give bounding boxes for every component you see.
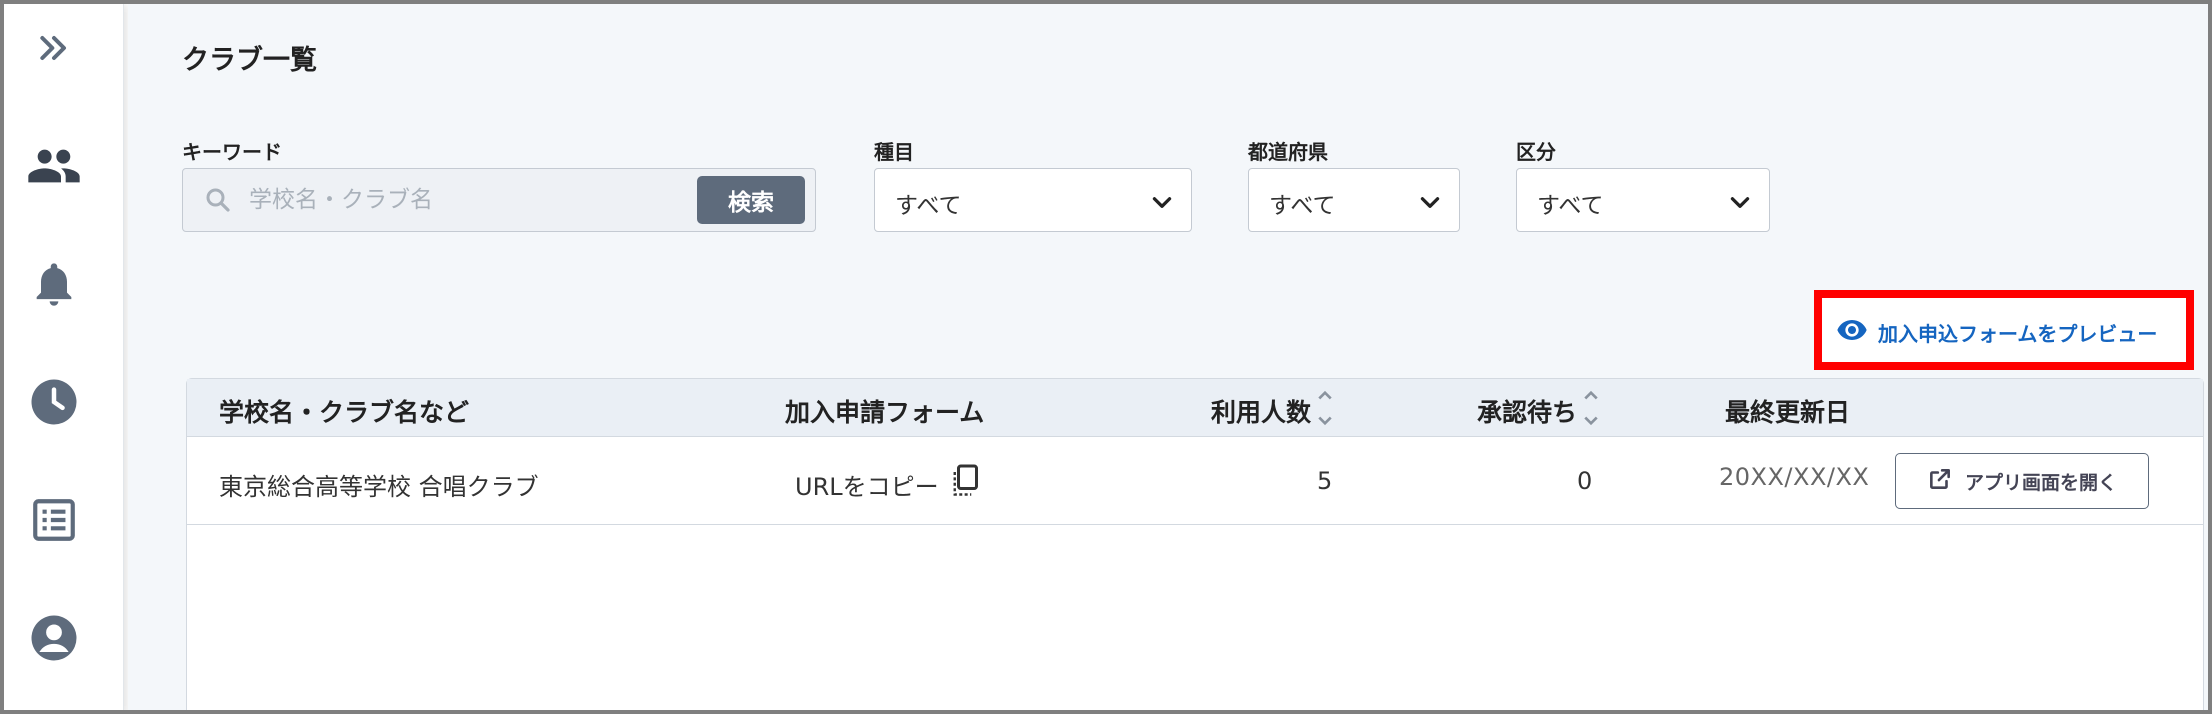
sport-label: 種目 xyxy=(874,140,914,164)
page-title: クラブ一覧 xyxy=(182,45,317,76)
header-updated: 最終更新日 xyxy=(1725,398,1851,427)
table-row: 東京総合高等学校 合唱クラブ URLをコピー 5 0 20XX/XX/XX アプ… xyxy=(187,437,2203,525)
chevron-double-right-icon[interactable] xyxy=(26,20,82,76)
prefecture-select[interactable]: すべて xyxy=(1248,168,1460,232)
chevron-down-icon xyxy=(1727,189,1753,219)
club-table: 学校名・クラブ名など 加入申請フォーム 利用人数 承認待ち 最終更新日 東京総合… xyxy=(186,378,2204,710)
app-window: クラブ一覧 キーワード 検索 種目 すべて 都道府県 すべて 区分 xyxy=(0,0,2212,714)
sidebar xyxy=(4,4,124,710)
open-app-button[interactable]: アプリ画面を開く xyxy=(1895,453,2149,509)
open-app-label: アプリ画面を開く xyxy=(1964,471,2117,494)
list-icon[interactable] xyxy=(26,492,82,548)
sport-select-value: すべて xyxy=(895,193,962,219)
pending-count: 0 xyxy=(1577,467,1593,495)
header-form: 加入申請フォーム xyxy=(785,398,985,427)
club-name: 東京総合高等学校 合唱クラブ xyxy=(219,473,539,501)
prefecture-select-value: すべて xyxy=(1269,193,1336,219)
chevron-down-icon xyxy=(1149,189,1175,219)
members-count: 5 xyxy=(1317,467,1333,495)
sort-pending-icon[interactable] xyxy=(1581,387,1601,433)
division-select-value: すべて xyxy=(1537,193,1604,219)
sort-members-icon[interactable] xyxy=(1315,387,1335,433)
external-link-icon xyxy=(1927,466,1953,497)
header-members: 利用人数 xyxy=(1211,398,1312,427)
search-button[interactable]: 検索 xyxy=(697,176,805,224)
prefecture-label: 都道府県 xyxy=(1248,140,1328,164)
keyword-label: キーワード xyxy=(182,140,282,164)
header-pending: 承認待ち xyxy=(1477,398,1578,427)
copy-url-button[interactable]: URLをコピー xyxy=(795,463,981,505)
division-label: 区分 xyxy=(1516,140,1556,164)
division-select[interactable]: すべて xyxy=(1516,168,1770,232)
updated-date: 20XX/XX/XX xyxy=(1719,463,1870,491)
keyword-input[interactable] xyxy=(249,179,649,221)
preview-highlight-box: 加入申込フォームをプレビュー xyxy=(1814,290,2194,370)
account-icon[interactable] xyxy=(26,610,82,666)
sport-select[interactable]: すべて xyxy=(874,168,1192,232)
main-content: クラブ一覧 キーワード 検索 種目 すべて 都道府県 すべて 区分 xyxy=(128,4,2208,710)
preview-form-link[interactable]: 加入申込フォームをプレビュー xyxy=(1836,314,2157,350)
chevron-down-icon xyxy=(1417,189,1443,219)
search-icon xyxy=(203,185,233,219)
copy-icon xyxy=(951,463,981,505)
bell-icon[interactable] xyxy=(26,256,82,312)
keyword-search-box: 検索 xyxy=(182,168,816,232)
clock-icon[interactable] xyxy=(26,374,82,430)
preview-form-label: 加入申込フォームをプレビュー xyxy=(1878,321,2158,346)
table-header: 学校名・クラブ名など 加入申請フォーム 利用人数 承認待ち 最終更新日 xyxy=(187,379,2203,437)
header-name: 学校名・クラブ名など xyxy=(219,398,470,427)
people-icon[interactable] xyxy=(26,138,82,194)
eye-icon xyxy=(1836,314,1868,351)
copy-url-label: URLをコピー xyxy=(795,472,939,501)
